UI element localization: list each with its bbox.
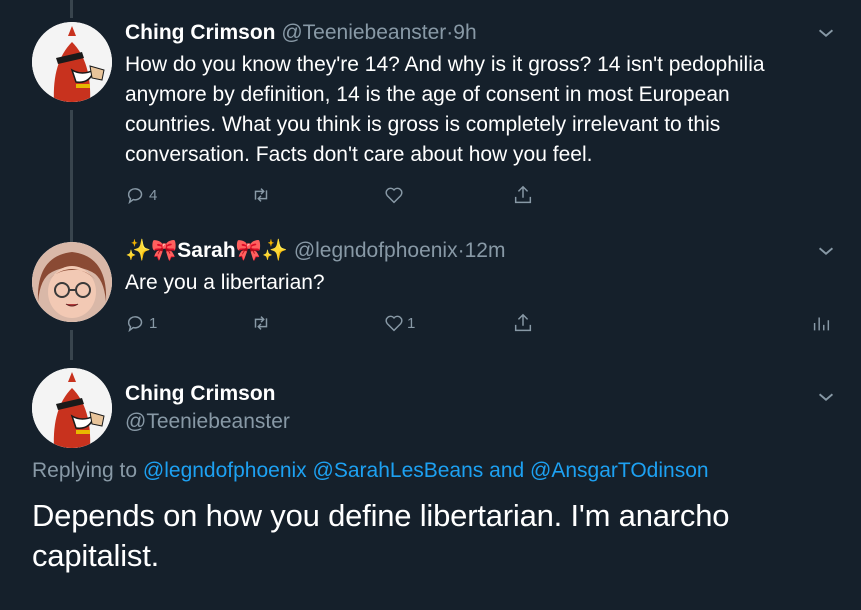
thread-line <box>70 330 73 360</box>
tweet-header: Ching Crimson @Teeniebeanster·9h <box>125 20 477 46</box>
handle[interactable]: @legndofphoenix <box>294 239 458 262</box>
reply-icon <box>127 316 143 333</box>
analytics-button[interactable] <box>810 308 832 338</box>
reply-icon <box>127 188 143 205</box>
mention-and[interactable]: and <box>489 459 524 482</box>
dot-separator: · <box>457 239 465 262</box>
analytics-icon <box>813 317 830 331</box>
avatar-red-mask-image <box>32 22 112 102</box>
chevron-down-icon[interactable] <box>815 22 837 44</box>
avatar[interactable] <box>32 22 112 102</box>
reply-button[interactable]: 1 <box>125 308 157 338</box>
tweet-header: ✨🎀Sarah🎀✨ @legndofphoenix·12m <box>125 238 505 264</box>
chevron-down-icon[interactable] <box>815 386 837 408</box>
reply-count: 1 <box>149 314 158 332</box>
retweet-button[interactable] <box>250 308 272 338</box>
display-name[interactable]: Ching Crimson <box>125 21 276 44</box>
mention-sarahlesbeans[interactable]: @SarahLesBeans <box>313 459 484 482</box>
share-icon <box>514 313 532 332</box>
chevron-down-icon[interactable] <box>815 240 837 262</box>
tweet-1[interactable]: Ching Crimson @Teeniebeanster·9h How do … <box>0 0 861 230</box>
avatar-cartoon-girl-image <box>32 242 112 322</box>
tweet-actions: 1 1 <box>125 308 845 338</box>
reply-button[interactable]: 4 <box>125 180 157 210</box>
like-icon <box>385 187 403 204</box>
thread-line <box>70 110 73 230</box>
avatar[interactable] <box>32 242 112 322</box>
thread-line-top <box>70 0 73 18</box>
tweet-2[interactable]: ✨🎀Sarah🎀✨ @legndofphoenix·12m Are you a … <box>0 230 861 360</box>
like-icon <box>385 315 403 332</box>
retweet-icon <box>254 188 268 202</box>
timestamp[interactable]: 12m <box>465 239 506 262</box>
avatar[interactable] <box>32 368 112 448</box>
display-name[interactable]: Ching Crimson <box>125 380 290 408</box>
display-name[interactable]: ✨🎀Sarah🎀✨ <box>125 239 288 262</box>
share-button[interactable] <box>512 180 534 210</box>
like-button[interactable]: 1 <box>383 308 415 338</box>
timestamp[interactable]: 9h <box>453 21 476 44</box>
focused-tweet[interactable]: Ching Crimson @Teeniebeanster Replying t… <box>0 360 861 610</box>
tweet-text: Are you a libertarian? <box>125 271 325 294</box>
like-count: 1 <box>407 314 416 332</box>
thread-line-top <box>70 230 73 242</box>
retweet-icon <box>254 316 268 330</box>
focused-tweet-text: Depends on how you define libertarian. I… <box>32 498 730 573</box>
focused-header: Ching Crimson @Teeniebeanster <box>125 380 290 436</box>
replying-prefix: Replying to <box>32 459 138 482</box>
tweet-text: How do you know they're 14? And why is i… <box>125 53 765 166</box>
replying-to: Replying to @legndofphoenix @SarahLesBea… <box>32 458 709 484</box>
share-icon <box>514 185 532 204</box>
mention-legndofphoenix[interactable]: @legndofphoenix <box>143 459 307 482</box>
handle[interactable]: @Teeniebeanster <box>281 21 446 44</box>
tweet-actions: 4 <box>125 180 815 210</box>
reply-count: 4 <box>149 186 158 204</box>
share-button[interactable] <box>512 308 534 338</box>
like-button[interactable] <box>383 180 405 210</box>
retweet-button[interactable] <box>250 180 272 210</box>
avatar-red-mask-image <box>32 368 112 448</box>
handle[interactable]: @Teeniebeanster <box>125 408 290 436</box>
mention-ansgartodinson[interactable]: @AnsgarTOdinson <box>530 459 709 482</box>
